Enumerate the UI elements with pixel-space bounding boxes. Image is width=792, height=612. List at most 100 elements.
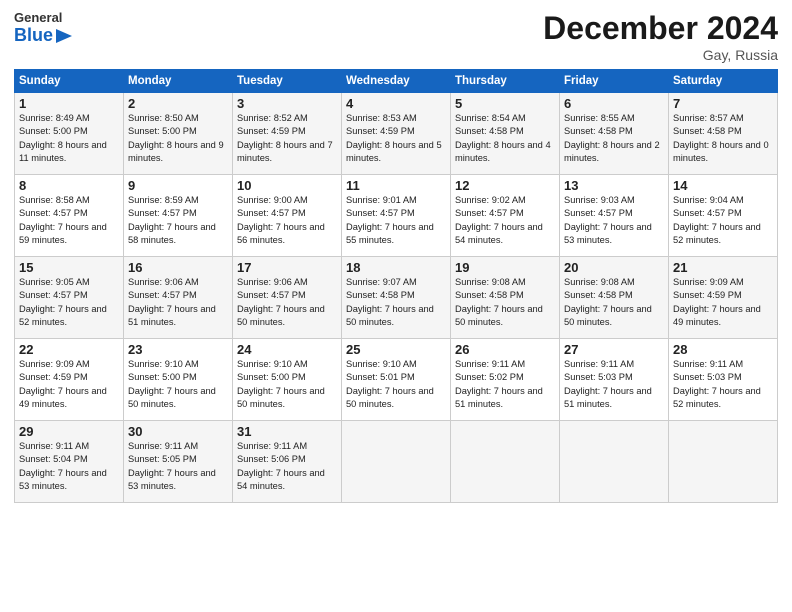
calendar-cell: 16Sunrise: 9:06 AMSunset: 4:57 PMDayligh… [124,257,233,339]
day-detail: Sunrise: 9:08 AMSunset: 4:58 PMDaylight:… [455,277,543,327]
day-number: 6 [564,96,664,111]
calendar-cell: 4Sunrise: 8:53 AMSunset: 4:59 PMDaylight… [342,93,451,175]
day-number: 1 [19,96,119,111]
day-number: 21 [673,260,773,275]
calendar-cell: 23 Sunrise: 9:10 AMSunset: 5:00 PMDayligh… [124,339,233,421]
calendar-table: SundayMondayTuesdayWednesdayThursdayFrid… [14,69,778,503]
day-number: 24 [237,342,337,357]
day-number: 3 [237,96,337,111]
logo-blue: Blue [14,25,53,46]
column-header-sunday: Sunday [15,70,124,93]
calendar-cell: 11 Sunrise: 9:01 AMSunset: 4:57 PMDayligh… [342,175,451,257]
calendar-week-row: 8Sunrise: 8:58 AMSunset: 4:57 PMDaylight… [15,175,778,257]
day-detail: Sunrise: 8:54 AMSunset: 4:58 PMDaylight:… [455,113,551,163]
column-header-wednesday: Wednesday [342,70,451,93]
calendar-cell [669,421,778,503]
day-detail: Sunrise: 8:52 AMSunset: 4:59 PMDaylight:… [237,113,333,163]
day-detail: Sunrise: 8:49 AMSunset: 5:00 PMDaylight:… [19,113,107,163]
column-header-tuesday: Tuesday [233,70,342,93]
day-detail: Sunrise: 9:05 AMSunset: 4:57 PMDaylight:… [19,277,107,327]
day-detail: Sunrise: 8:55 AMSunset: 4:58 PMDaylight:… [564,113,660,163]
logo-arrow-icon [56,29,72,43]
calendar-cell: 20Sunrise: 9:08 AMSunset: 4:58 PMDayligh… [560,257,669,339]
day-number: 16 [128,260,228,275]
calendar-cell: 2Sunrise: 8:50 AMSunset: 5:00 PMDaylight… [124,93,233,175]
calendar-container: General Blue December 2024 Gay, Russia S… [0,0,792,513]
calendar-week-row: 29 Sunrise: 9:11 AMSunset: 5:04 PMDayligh… [15,421,778,503]
calendar-cell: 10 Sunrise: 9:00 AMSunset: 4:57 PMDayligh… [233,175,342,257]
day-detail: Sunrise: 8:59 AMSunset: 4:57 PMDaylight:… [128,195,216,245]
calendar-cell: 17 Sunrise: 9:06 AMSunset: 4:57 PMDayligh… [233,257,342,339]
calendar-cell: 6 Sunrise: 8:55 AMSunset: 4:58 PMDaylight… [560,93,669,175]
calendar-header-row: SundayMondayTuesdayWednesdayThursdayFrid… [15,70,778,93]
day-detail: Sunrise: 9:11 AMSunset: 5:05 PMDaylight:… [128,441,216,491]
day-detail: Sunrise: 9:10 AMSunset: 5:00 PMDaylight:… [128,359,216,409]
calendar-cell: 1 Sunrise: 8:49 AMSunset: 5:00 PMDaylight… [15,93,124,175]
calendar-cell: 9 Sunrise: 8:59 AMSunset: 4:57 PMDaylight… [124,175,233,257]
calendar-week-row: 22 Sunrise: 9:09 AMSunset: 4:59 PMDayligh… [15,339,778,421]
day-number: 11 [346,178,446,193]
calendar-cell: 19 Sunrise: 9:08 AMSunset: 4:58 PMDayligh… [451,257,560,339]
day-detail: Sunrise: 9:03 AMSunset: 4:57 PMDaylight:… [564,195,652,245]
day-detail: Sunrise: 9:10 AMSunset: 5:01 PMDaylight:… [346,359,434,409]
calendar-body: 1 Sunrise: 8:49 AMSunset: 5:00 PMDaylight… [15,93,778,503]
day-number: 5 [455,96,555,111]
day-number: 22 [19,342,119,357]
column-header-friday: Friday [560,70,669,93]
day-number: 31 [237,424,337,439]
calendar-cell: 14Sunrise: 9:04 AMSunset: 4:57 PMDayligh… [669,175,778,257]
day-number: 29 [19,424,119,439]
calendar-cell: 12 Sunrise: 9:02 AMSunset: 4:57 PMDayligh… [451,175,560,257]
header: General Blue December 2024 Gay, Russia [14,10,778,63]
day-detail: Sunrise: 9:01 AMSunset: 4:57 PMDaylight:… [346,195,434,245]
day-number: 10 [237,178,337,193]
day-detail: Sunrise: 9:11 AMSunset: 5:03 PMDaylight:… [673,359,761,409]
day-detail: Sunrise: 9:11 AMSunset: 5:06 PMDaylight:… [237,441,325,491]
calendar-cell: 25 Sunrise: 9:10 AMSunset: 5:01 PMDayligh… [342,339,451,421]
day-number: 26 [455,342,555,357]
day-number: 13 [564,178,664,193]
day-detail: Sunrise: 9:04 AMSunset: 4:57 PMDaylight:… [673,195,761,245]
calendar-cell [342,421,451,503]
day-number: 9 [128,178,228,193]
calendar-cell: 15 Sunrise: 9:05 AMSunset: 4:57 PMDayligh… [15,257,124,339]
day-number: 15 [19,260,119,275]
day-detail: Sunrise: 9:02 AMSunset: 4:57 PMDaylight:… [455,195,543,245]
calendar-cell: 18 Sunrise: 9:07 AMSunset: 4:58 PMDayligh… [342,257,451,339]
day-number: 18 [346,260,446,275]
day-detail: Sunrise: 9:11 AMSunset: 5:02 PMDaylight:… [455,359,543,409]
day-detail: Sunrise: 9:07 AMSunset: 4:58 PMDaylight:… [346,277,434,327]
calendar-cell [451,421,560,503]
calendar-cell: 7Sunrise: 8:57 AMSunset: 4:58 PMDaylight… [669,93,778,175]
day-number: 23 [128,342,228,357]
calendar-cell: 24 Sunrise: 9:10 AMSunset: 5:00 PMDayligh… [233,339,342,421]
day-number: 17 [237,260,337,275]
day-number: 30 [128,424,228,439]
month-title: December 2024 [543,10,778,47]
day-detail: Sunrise: 9:11 AMSunset: 5:04 PMDaylight:… [19,441,107,491]
column-header-thursday: Thursday [451,70,560,93]
calendar-cell: 27Sunrise: 9:11 AMSunset: 5:03 PMDayligh… [560,339,669,421]
day-detail: Sunrise: 9:11 AMSunset: 5:03 PMDaylight:… [564,359,652,409]
day-number: 7 [673,96,773,111]
day-number: 19 [455,260,555,275]
calendar-cell: 3 Sunrise: 8:52 AMSunset: 4:59 PMDaylight… [233,93,342,175]
day-detail: Sunrise: 9:06 AMSunset: 4:57 PMDaylight:… [237,277,325,327]
calendar-cell: 22 Sunrise: 9:09 AMSunset: 4:59 PMDayligh… [15,339,124,421]
calendar-cell: 5 Sunrise: 8:54 AMSunset: 4:58 PMDaylight… [451,93,560,175]
title-block: December 2024 Gay, Russia [543,10,778,63]
day-detail: Sunrise: 9:00 AMSunset: 4:57 PMDaylight:… [237,195,325,245]
calendar-week-row: 1 Sunrise: 8:49 AMSunset: 5:00 PMDaylight… [15,93,778,175]
day-number: 12 [455,178,555,193]
day-detail: Sunrise: 9:09 AMSunset: 4:59 PMDaylight:… [19,359,107,409]
day-detail: Sunrise: 9:10 AMSunset: 5:00 PMDaylight:… [237,359,325,409]
day-number: 2 [128,96,228,111]
day-number: 25 [346,342,446,357]
day-number: 8 [19,178,119,193]
calendar-cell: 28Sunrise: 9:11 AMSunset: 5:03 PMDayligh… [669,339,778,421]
calendar-cell: 13 Sunrise: 9:03 AMSunset: 4:57 PMDayligh… [560,175,669,257]
calendar-cell: 21Sunrise: 9:09 AMSunset: 4:59 PMDayligh… [669,257,778,339]
calendar-cell: 8Sunrise: 8:58 AMSunset: 4:57 PMDaylight… [15,175,124,257]
day-number: 20 [564,260,664,275]
calendar-cell: 29 Sunrise: 9:11 AMSunset: 5:04 PMDayligh… [15,421,124,503]
